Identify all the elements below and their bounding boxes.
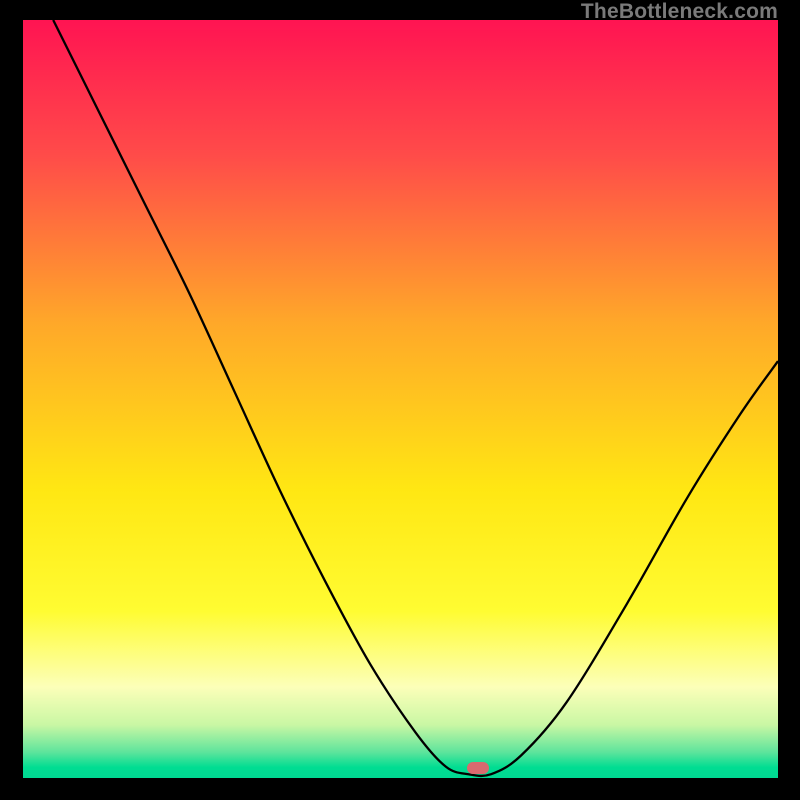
optimal-marker xyxy=(467,762,489,774)
frame: TheBottleneck.com xyxy=(0,0,800,800)
bottleneck-curve xyxy=(53,20,778,776)
curve-svg xyxy=(23,20,778,778)
plot-area xyxy=(23,20,778,778)
